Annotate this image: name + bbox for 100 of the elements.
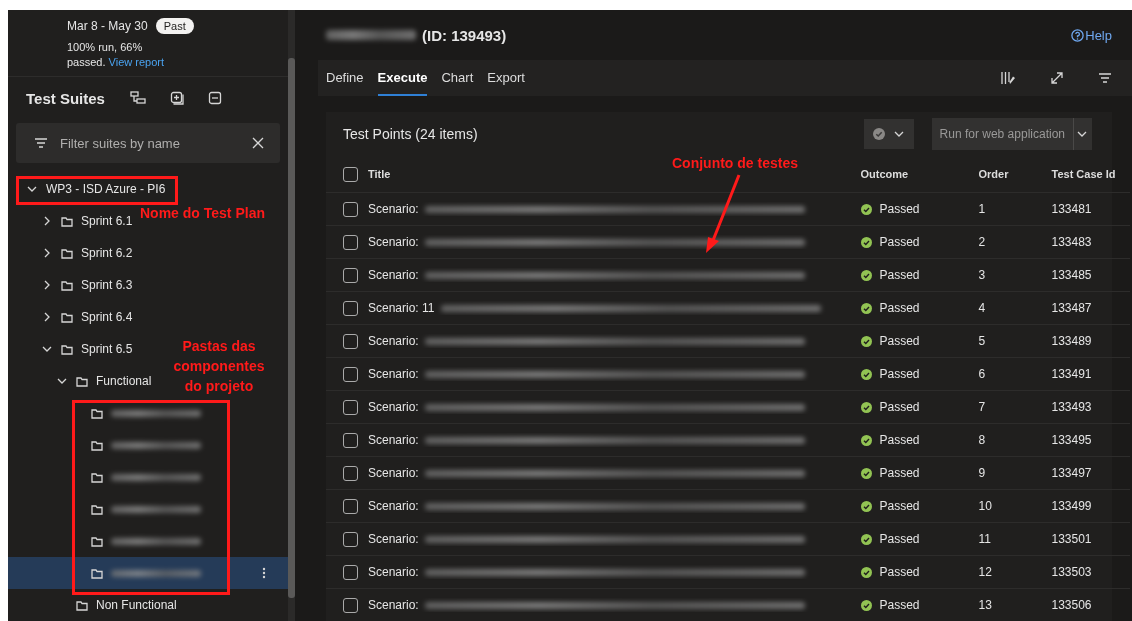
table-cell-text: 6 [978, 367, 987, 381]
column-header[interactable]: Test Case Id [1051, 168, 1130, 180]
check-circle-icon [860, 467, 872, 479]
table-cell: Scenario: 11 [368, 301, 435, 315]
tree-item[interactable]: Functional [8, 365, 156, 397]
filter-field[interactable]: Filter suites by name [16, 123, 280, 163]
table-cell: Scenario: [368, 499, 419, 513]
table-cell: Passed [879, 598, 920, 612]
table-cell: Passed [879, 565, 920, 579]
collapse-all-icon[interactable] [208, 91, 222, 105]
folder-icon [76, 599, 88, 611]
check-circle-icon [860, 401, 872, 413]
row-checkbox[interactable] [343, 564, 358, 580]
check-circle-icon [860, 566, 872, 578]
folder-icon [76, 375, 88, 387]
hierarchy-icon[interactable] [130, 91, 146, 105]
check-circle-icon [860, 533, 872, 545]
tab[interactable]: Define [326, 60, 364, 96]
tree-item[interactable]: Sprint 6.2 [8, 237, 137, 269]
table-cell: Passed [879, 499, 920, 513]
row-checkbox[interactable] [343, 366, 358, 382]
row-checkbox[interactable] [343, 333, 358, 349]
row-checkbox[interactable] [343, 432, 358, 448]
table-cell: Passed [879, 334, 920, 348]
column-header[interactable]: Order [978, 168, 1052, 180]
more-icon[interactable] [262, 567, 266, 579]
close-icon[interactable] [252, 137, 264, 149]
annotation-label: Conjunto de testes [672, 154, 798, 173]
table-cell: Scenario: [368, 565, 419, 579]
table-cell: Passed [879, 202, 920, 216]
row-checkbox[interactable] [343, 531, 358, 547]
table-cell-text: 10 [978, 499, 993, 513]
table-cell: Passed [879, 466, 920, 480]
table-cell-text: 133497 [1051, 466, 1093, 480]
table-cell-text: 3 [978, 268, 987, 282]
row-checkbox[interactable] [343, 498, 358, 514]
column-options-icon[interactable] [1000, 70, 1016, 86]
folder-icon [91, 439, 103, 451]
folder-icon [61, 215, 73, 227]
column-header[interactable]: Outcome [860, 168, 979, 180]
help-link[interactable]: Help [1071, 27, 1112, 43]
tree-item[interactable]: WP3 - ISD Azure - PI6 [8, 173, 170, 205]
table-cell-text: 133493 [1051, 400, 1093, 414]
table-cell-text: 133487 [1051, 301, 1093, 315]
table-cell: Scenario: [368, 235, 419, 249]
filter-icon[interactable] [1098, 72, 1112, 84]
row-checkbox[interactable] [343, 300, 358, 316]
table-cell: Scenario: [368, 466, 419, 480]
help-icon [1071, 28, 1085, 42]
check-circle-icon [860, 302, 872, 314]
tab[interactable]: Execute [377, 60, 428, 96]
row-checkbox[interactable] [343, 267, 358, 283]
outcome-dropdown[interactable] [863, 119, 914, 149]
fullscreen-icon[interactable] [1050, 71, 1064, 85]
tree-item[interactable]: Sprint 6.4 [8, 301, 137, 333]
section-title: Test Suites [26, 89, 106, 107]
scrollbar[interactable] [288, 10, 295, 621]
row-checkbox[interactable] [343, 597, 358, 613]
table-cell: Passed [879, 268, 920, 282]
table-cell-text: 13 [978, 598, 993, 612]
table-cell: Passed [879, 235, 920, 249]
row-checkbox[interactable] [343, 234, 358, 250]
table-cell-text: 2 [978, 235, 987, 249]
annotation-label: Nome do Test Plan [140, 204, 265, 223]
tab[interactable]: Export [487, 60, 525, 96]
view-report-link[interactable]: View report [108, 56, 165, 68]
table-cell: Scenario: [368, 400, 419, 414]
table-cell-text: 133495 [1051, 433, 1093, 447]
folder-icon [61, 343, 73, 355]
table-cell-text: 9 [978, 466, 987, 480]
table-cell-text: 133499 [1051, 499, 1093, 513]
expand-all-icon[interactable] [170, 91, 184, 105]
table-cell-text: 133503 [1051, 565, 1093, 579]
row-checkbox[interactable] [343, 399, 358, 415]
select-all-checkbox[interactable] [343, 166, 358, 182]
table-cell: Scenario: [368, 268, 419, 282]
row-checkbox[interactable] [343, 465, 358, 481]
table-cell: Passed [879, 433, 920, 447]
check-circle-icon [860, 236, 872, 248]
tree-item[interactable]: Non Functional [8, 589, 181, 621]
tree-item[interactable]: Sprint 6.5 [8, 333, 137, 365]
check-circle-icon [872, 128, 885, 140]
folder-icon [91, 407, 103, 419]
section-title: Test Points (24 items) [343, 126, 478, 142]
table-cell: Passed [879, 301, 920, 315]
tree-item[interactable]: Sprint 6.3 [8, 269, 137, 301]
row-checkbox[interactable] [343, 201, 358, 217]
table-cell-text: 133483 [1051, 235, 1093, 249]
table-cell-text: 133491 [1051, 367, 1093, 381]
table-cell: Passed [879, 367, 920, 381]
table-cell-text: 12 [978, 565, 993, 579]
check-circle-icon [860, 335, 872, 347]
folder-icon [61, 279, 73, 291]
check-circle-icon [860, 500, 872, 512]
folder-icon [61, 311, 73, 323]
folder-icon [91, 535, 103, 547]
tree-item[interactable]: Sprint 6.1 [8, 205, 137, 237]
folder-icon [91, 567, 103, 579]
tab[interactable]: Chart [441, 60, 474, 96]
table-cell: Scenario: [368, 334, 419, 348]
